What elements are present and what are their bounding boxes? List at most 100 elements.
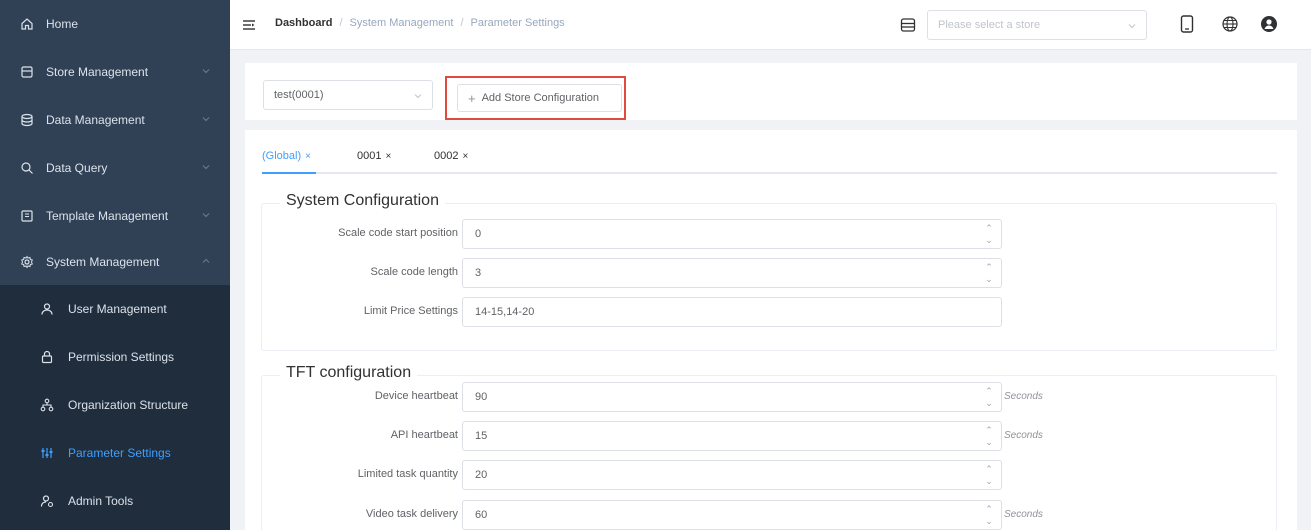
add-store-configuration-button[interactable]: + Add Store Configuration	[457, 84, 622, 112]
sidebar-item-template-management[interactable]: Template Management	[0, 192, 230, 240]
sidebar-item-data-query[interactable]: Data Query	[0, 144, 230, 192]
store-config-select-value: test(0001)	[274, 89, 324, 101]
add-store-configuration-highlight: + Add Store Configuration	[445, 76, 626, 120]
field-value: 60	[475, 509, 488, 521]
stepper-up-icon[interactable]: ⌃	[983, 385, 995, 397]
sidebar-item-admin-tools[interactable]: Admin Tools	[0, 477, 230, 525]
breadcrumb-item-dashboard[interactable]: Dashboard	[275, 17, 332, 29]
sidebar-item-label: Organization Structure	[68, 398, 189, 412]
unit-label: Seconds	[1004, 391, 1043, 402]
tft-configuration-section: TFT configuration Device heartbeat 90 ⌃ …	[261, 364, 1278, 530]
form-row-scale-code-start: Scale code start position 0 ⌃ ⌄	[262, 219, 1278, 249]
stepper-up-icon[interactable]: ⌃	[983, 463, 995, 475]
stepper-up-icon[interactable]: ⌃	[983, 222, 995, 234]
store-select-placeholder: Please select a store	[938, 19, 1041, 31]
menu-toggle-icon[interactable]	[242, 18, 256, 32]
lock-icon	[40, 350, 54, 364]
tab-0002[interactable]: 0002 ×	[434, 150, 468, 162]
sidebar-item-store-management[interactable]: Store Management	[0, 48, 230, 96]
form-row-limit-price: Limit Price Settings 14-15,14-20	[262, 297, 1278, 327]
chevron-down-icon	[202, 69, 210, 74]
form-row-scale-code-length: Scale code length 3 ⌃ ⌄	[262, 258, 1278, 288]
mobile-device-icon[interactable]	[1177, 14, 1197, 34]
sidebar-item-label: Admin Tools	[68, 494, 134, 508]
field-value: 14-15,14-20	[475, 306, 535, 318]
video-task-delivery-input[interactable]: 60	[462, 500, 1002, 530]
breadcrumb: Dashboard / System Management / Parameter Se…	[275, 17, 565, 29]
org-structure-icon	[40, 398, 54, 412]
field-label: API heartbeat	[390, 429, 458, 441]
stepper-down-icon[interactable]: ⌄	[983, 475, 995, 487]
globe-language-icon[interactable]	[1220, 14, 1240, 34]
field-label: Scale code length	[370, 266, 458, 278]
field-value: 15	[475, 430, 488, 442]
sidebar-item-system-management[interactable]: System Management	[0, 238, 230, 286]
home-icon	[20, 17, 34, 31]
scale-code-start-input[interactable]: 0	[462, 219, 1002, 249]
admin-tools-icon	[40, 494, 54, 508]
user-icon	[40, 302, 54, 316]
add-store-configuration-label: Add Store Configuration	[481, 92, 600, 104]
close-icon[interactable]: ×	[462, 151, 468, 162]
breadcrumb-item-system-management[interactable]: System Management	[350, 17, 454, 29]
scale-code-length-input[interactable]: 3	[462, 258, 1002, 288]
user-avatar-icon[interactable]	[1259, 14, 1279, 34]
system-management-submenu: User Management Permission Settings Orga…	[0, 285, 230, 530]
form-row-device-heartbeat: Device heartbeat 90 ⌃ ⌄ Seconds	[262, 382, 1278, 412]
tab-label: 0002	[434, 150, 459, 162]
sidebar-item-home[interactable]: Home	[0, 0, 230, 48]
stepper-down-icon[interactable]: ⌄	[983, 273, 995, 285]
field-label: Video task delivery	[365, 508, 458, 520]
field-label: Limit Price Settings	[363, 305, 458, 317]
system-configuration-section: System Configuration Scale code start po…	[261, 192, 1278, 351]
sidebar-item-label: Parameter Settings	[68, 446, 171, 460]
store-toolbar: test(0001) + Add Store Configuration	[245, 63, 1297, 120]
stepper-up-icon[interactable]: ⌃	[983, 503, 995, 515]
field-value: 90	[475, 391, 488, 403]
sidebar-item-label: User Management	[68, 302, 167, 316]
sidebar-item-label: Store Management	[46, 65, 149, 79]
limit-price-settings-input[interactable]: 14-15,14-20	[462, 297, 1002, 327]
gear-icon	[20, 255, 34, 269]
field-label: Device heartbeat	[374, 390, 458, 402]
chevron-down-icon	[202, 117, 210, 122]
number-stepper: ⌃ ⌄	[976, 219, 1002, 249]
store-select[interactable]: Please select a store	[927, 10, 1147, 40]
breadcrumb-item-parameter-settings: Parameter Settings	[470, 17, 565, 29]
store-config-select[interactable]: test(0001)	[263, 80, 433, 110]
parameter-settings-panel: (Global) × 0001 × 0002 × System Configurati…	[245, 130, 1297, 530]
sidebar-item-label: System Management	[46, 255, 160, 269]
section-title: TFT configuration	[280, 364, 418, 382]
sidebar-item-organization-structure[interactable]: Organization Structure	[0, 381, 230, 429]
close-icon[interactable]: ×	[385, 151, 391, 162]
chevron-up-icon	[202, 258, 210, 263]
sidebar-item-data-management[interactable]: Data Management	[0, 96, 230, 144]
stepper-up-icon[interactable]: ⌃	[983, 261, 995, 273]
chevron-down-icon	[202, 213, 210, 218]
sidebar-item-label: Data Management	[46, 113, 145, 127]
stepper-up-icon[interactable]: ⌃	[983, 424, 995, 436]
sidebar-item-label: Home	[46, 17, 79, 31]
field-value: 20	[475, 469, 488, 481]
close-icon[interactable]: ×	[305, 151, 311, 162]
config-tabs: (Global) × 0001 × 0002 ×	[262, 150, 1277, 174]
stepper-down-icon[interactable]: ⌄	[983, 234, 995, 246]
sidebar-item-permission-settings[interactable]: Permission Settings	[0, 333, 230, 381]
stepper-down-icon[interactable]: ⌄	[983, 436, 995, 448]
form-row-video-task-delivery: Video task delivery 60 ⌃ ⌄ Seconds	[262, 500, 1278, 530]
stepper-down-icon[interactable]: ⌄	[983, 515, 995, 527]
tab-label: (Global)	[262, 150, 302, 162]
template-icon	[20, 209, 34, 223]
number-stepper: ⌃ ⌄	[976, 500, 1002, 530]
api-heartbeat-input[interactable]: 15	[462, 421, 1002, 451]
device-heartbeat-input[interactable]: 90	[462, 382, 1002, 412]
field-value: 0	[475, 228, 482, 240]
form-row-api-heartbeat: API heartbeat 15 ⌃ ⌄ Seconds	[262, 421, 1278, 451]
sidebar-item-user-management[interactable]: User Management	[0, 285, 230, 333]
limited-task-quantity-input[interactable]: 20	[462, 460, 1002, 490]
search-icon	[20, 161, 34, 175]
stepper-down-icon[interactable]: ⌄	[983, 397, 995, 409]
tab-0001[interactable]: 0001 ×	[357, 150, 391, 162]
tab-global[interactable]: (Global) ×	[262, 150, 311, 162]
sidebar-item-parameter-settings[interactable]: Parameter Settings	[0, 429, 230, 477]
